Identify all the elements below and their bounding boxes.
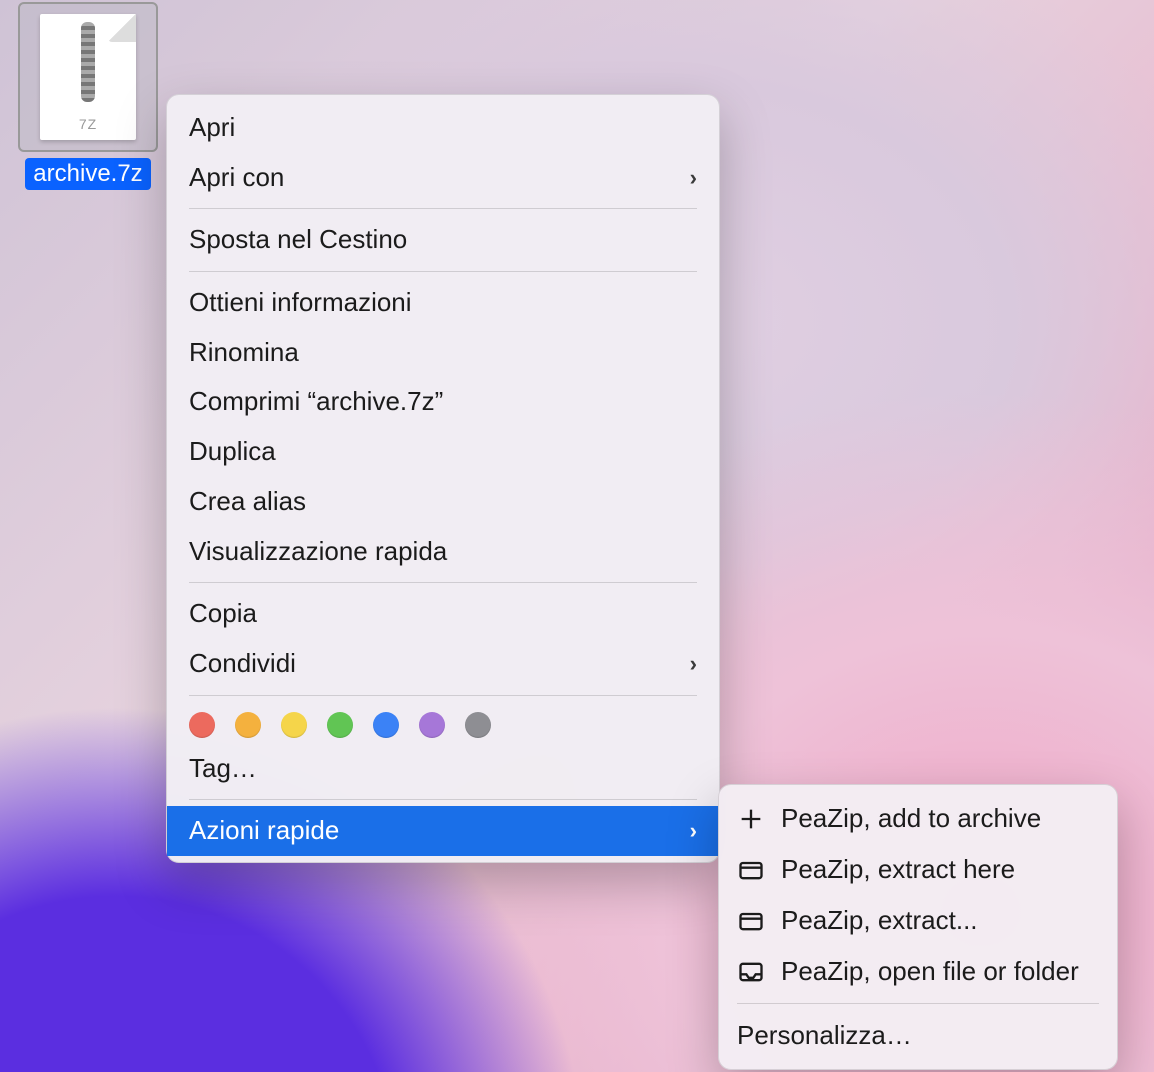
submenu-label: PeaZip, add to archive xyxy=(781,799,1041,838)
desktop[interactable]: 7Z archive.7z Apri Apri con › Sposta nel… xyxy=(0,0,1154,1072)
menu-item-get-info[interactable]: Ottieni informazioni xyxy=(167,278,719,328)
tag-color-purple[interactable] xyxy=(419,712,445,738)
submenu-label: PeaZip, extract... xyxy=(781,901,978,940)
submenu-label: PeaZip, extract here xyxy=(781,850,1015,889)
menu-label: Copia xyxy=(189,595,257,633)
menu-item-share[interactable]: Condividi › xyxy=(167,639,719,689)
context-menu: Apri Apri con › Sposta nel Cestino Ottie… xyxy=(166,94,720,863)
menu-label: Rinomina xyxy=(189,334,299,372)
tag-color-gray[interactable] xyxy=(465,712,491,738)
tag-color-red[interactable] xyxy=(189,712,215,738)
menu-label: Crea alias xyxy=(189,483,306,521)
submenu-separator xyxy=(737,1003,1099,1004)
chevron-right-icon: › xyxy=(690,648,697,680)
menu-item-open[interactable]: Apri xyxy=(167,103,719,153)
menu-item-duplicate[interactable]: Duplica xyxy=(167,427,719,477)
submenu-item-peazip-open[interactable]: PeaZip, open file or folder xyxy=(719,946,1117,997)
file-icon-selection: 7Z xyxy=(18,2,158,152)
tag-color-orange[interactable] xyxy=(235,712,261,738)
menu-label: Duplica xyxy=(189,433,276,471)
inbox-icon xyxy=(737,958,765,986)
tag-color-row xyxy=(167,702,719,744)
file-ext-badge: 7Z xyxy=(40,116,136,132)
menu-label: Condividi xyxy=(189,645,296,683)
tag-color-green[interactable] xyxy=(327,712,353,738)
file-name-label[interactable]: archive.7z xyxy=(25,158,150,190)
plus-icon xyxy=(737,805,765,833)
menu-label: Apri xyxy=(189,109,235,147)
quick-actions-submenu: PeaZip, add to archive PeaZip, extract h… xyxy=(718,784,1118,1070)
menu-item-open-with[interactable]: Apri con › xyxy=(167,153,719,203)
menu-label: Visualizzazione rapida xyxy=(189,533,447,571)
menu-label: Sposta nel Cestino xyxy=(189,221,407,259)
menu-item-compress[interactable]: Comprimi “archive.7z” xyxy=(167,377,719,427)
menu-label: Ottieni informazioni xyxy=(189,284,412,322)
submenu-item-customize[interactable]: Personalizza… xyxy=(719,1010,1117,1061)
menu-label: Comprimi “archive.7z” xyxy=(189,383,443,421)
folder-icon xyxy=(737,907,765,935)
menu-separator xyxy=(189,695,697,696)
menu-label: Apri con xyxy=(189,159,284,197)
submenu-item-peazip-add[interactable]: PeaZip, add to archive xyxy=(719,793,1117,844)
menu-item-tags[interactable]: Tag… xyxy=(167,744,719,794)
folder-icon xyxy=(737,856,765,884)
chevron-right-icon: › xyxy=(690,162,697,194)
menu-item-copy[interactable]: Copia xyxy=(167,589,719,639)
tag-color-yellow[interactable] xyxy=(281,712,307,738)
menu-label: Tag… xyxy=(189,750,257,788)
menu-item-alias[interactable]: Crea alias xyxy=(167,477,719,527)
submenu-item-peazip-extract[interactable]: PeaZip, extract... xyxy=(719,895,1117,946)
menu-item-move-trash[interactable]: Sposta nel Cestino xyxy=(167,215,719,265)
menu-item-quick-actions[interactable]: Azioni rapide › xyxy=(167,806,719,856)
submenu-item-peazip-extract-here[interactable]: PeaZip, extract here xyxy=(719,844,1117,895)
menu-separator xyxy=(189,799,697,800)
menu-item-quicklook[interactable]: Visualizzazione rapida xyxy=(167,527,719,577)
submenu-label: Personalizza… xyxy=(737,1016,912,1055)
menu-separator xyxy=(189,208,697,209)
zipper-icon xyxy=(81,22,95,102)
archive-file-icon: 7Z xyxy=(40,14,136,140)
menu-separator xyxy=(189,582,697,583)
tag-color-blue[interactable] xyxy=(373,712,399,738)
desktop-file-archive[interactable]: 7Z archive.7z xyxy=(18,2,158,190)
submenu-label: PeaZip, open file or folder xyxy=(781,952,1079,991)
menu-label: Azioni rapide xyxy=(189,812,339,850)
menu-item-rename[interactable]: Rinomina xyxy=(167,328,719,378)
menu-separator xyxy=(189,271,697,272)
chevron-right-icon: › xyxy=(690,815,697,847)
